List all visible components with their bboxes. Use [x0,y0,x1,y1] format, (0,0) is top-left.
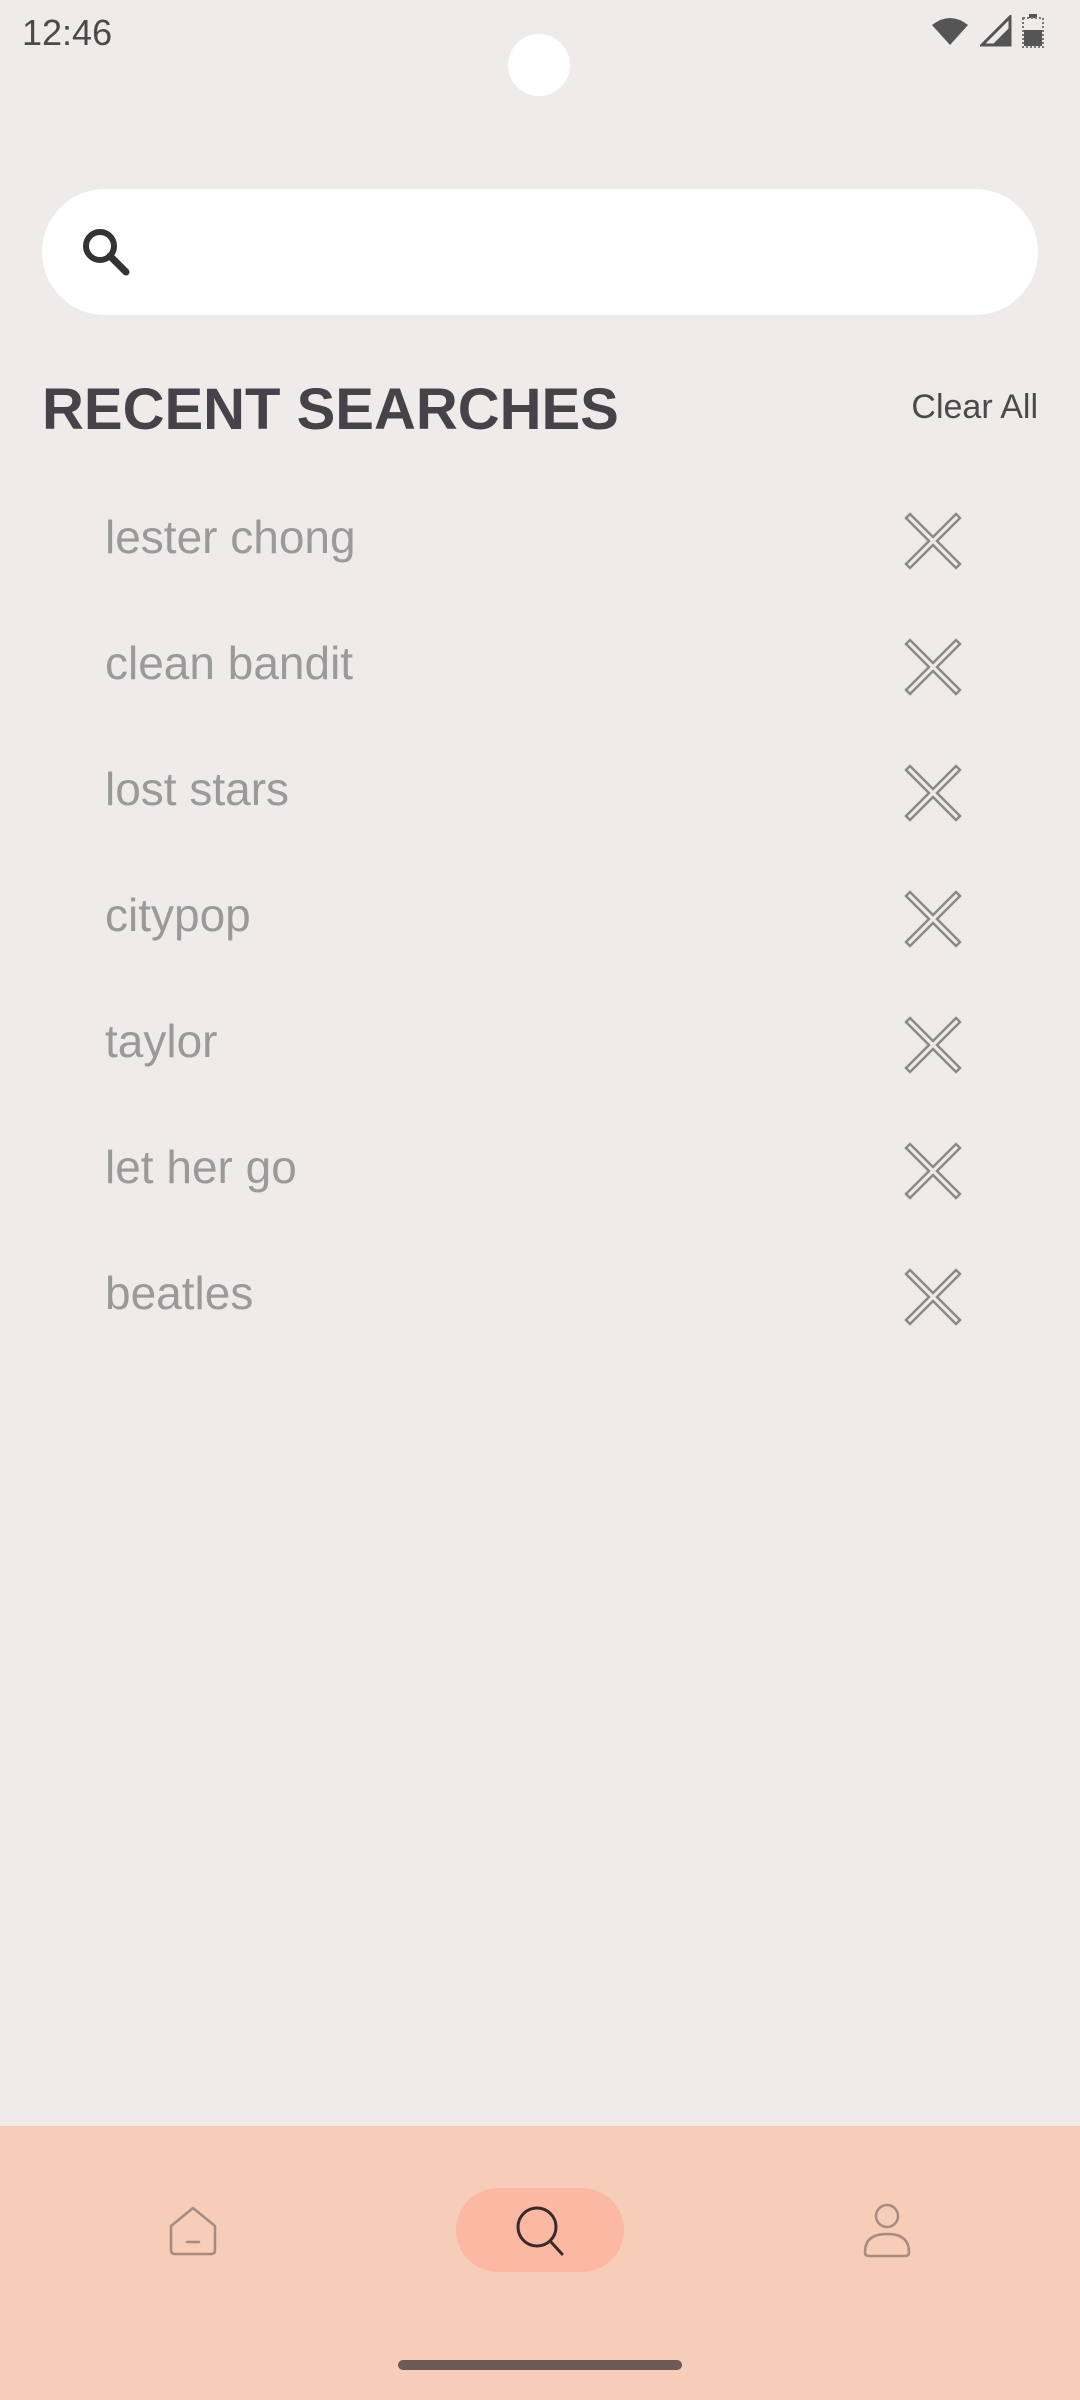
list-item[interactable]: beatles [0,1234,1080,1360]
recent-search-label[interactable]: clean bandit [105,636,353,690]
signal-icon [978,13,1012,52]
close-icon[interactable] [904,1016,962,1074]
close-icon[interactable] [904,764,962,822]
search-icon [76,222,136,282]
wifi-icon [930,15,970,52]
nav-home-button[interactable] [158,2188,228,2272]
recent-search-label[interactable]: beatles [105,1266,253,1320]
recent-search-label[interactable]: citypop [105,888,251,942]
close-icon[interactable] [904,890,962,948]
search-icon [516,2206,564,2256]
clear-all-button[interactable]: Clear All [911,388,1038,427]
recent-search-label[interactable]: lost stars [105,762,289,816]
battery-icon [1022,14,1044,53]
recent-searches-list: lester chong clean bandit lost stars cit… [0,478,1080,1360]
list-item[interactable]: clean bandit [0,604,1080,730]
camera-cutout [508,34,570,96]
status-bar: 12:46 [0,0,1080,96]
list-item[interactable]: taylor [0,982,1080,1108]
recent-search-label[interactable]: let her go [105,1140,297,1194]
nav-profile-button[interactable] [852,2188,922,2272]
search-bar[interactable] [42,189,1038,317]
list-item[interactable]: lost stars [0,730,1080,856]
recent-searches-title: RECENT SEARCHES [42,377,619,442]
list-item[interactable]: let her go [0,1108,1080,1234]
close-icon[interactable] [904,512,962,570]
recent-search-label[interactable]: lester chong [105,510,356,564]
profile-icon [863,2203,911,2258]
close-icon[interactable] [904,638,962,696]
search-input[interactable] [162,189,1006,317]
home-icon [169,2206,217,2256]
home-indicator[interactable] [398,2360,682,2370]
bottom-nav [0,2126,1080,2400]
status-time: 12:46 [22,12,113,53]
list-item[interactable]: citypop [0,856,1080,982]
status-icons [930,13,1044,53]
close-icon[interactable] [904,1268,962,1326]
recent-search-label[interactable]: taylor [105,1014,217,1068]
list-item[interactable]: lester chong [0,478,1080,604]
nav-search-button[interactable] [456,2188,624,2272]
close-icon[interactable] [904,1142,962,1200]
